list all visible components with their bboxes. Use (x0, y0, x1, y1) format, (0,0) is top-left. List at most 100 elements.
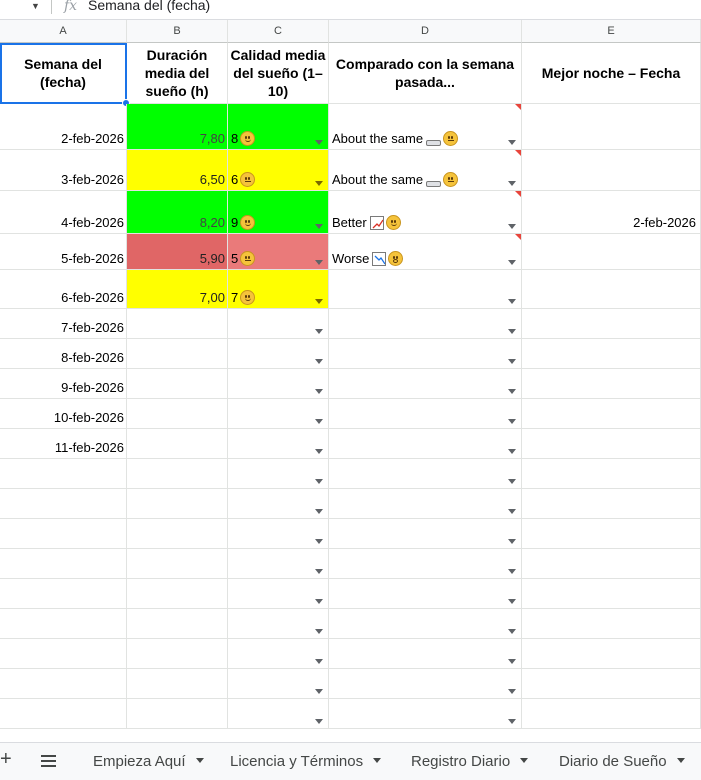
dropdown-arrow-icon[interactable] (508, 719, 516, 724)
cell-week-date[interactable]: 6-feb-2026 (0, 270, 127, 309)
cell-best-night[interactable] (522, 579, 701, 609)
dropdown-arrow-icon[interactable] (508, 509, 516, 514)
header-cell-best-night[interactable]: Mejor noche – Fecha (522, 43, 701, 104)
dropdown-arrow-icon[interactable] (508, 224, 516, 229)
cell-duration[interactable]: 8,20 (127, 191, 228, 234)
cell-best-night[interactable] (522, 609, 701, 639)
cell-week-date[interactable]: 10-feb-2026 (0, 399, 127, 429)
cell-comparison-dropdown[interactable]: About the same (329, 150, 522, 191)
cell-week-date[interactable] (0, 489, 127, 519)
cell-best-night[interactable] (522, 519, 701, 549)
column-header-c[interactable]: C (228, 20, 329, 43)
header-cell-week[interactable]: Semana del (fecha) (0, 43, 127, 104)
dropdown-arrow-icon[interactable] (315, 224, 323, 229)
add-sheet-icon[interactable]: + (0, 748, 12, 771)
cell-comparison-dropdown[interactable] (329, 459, 522, 489)
cell-comparison-dropdown[interactable]: Better (329, 191, 522, 234)
header-cell-duration[interactable]: Duración media del sueño (h) (127, 43, 228, 104)
cell-week-date[interactable] (0, 699, 127, 729)
dropdown-arrow-icon[interactable] (315, 329, 323, 334)
formula-input[interactable]: Semana del (fecha) (88, 0, 210, 13)
cell-quality-dropdown[interactable] (228, 519, 329, 549)
chevron-down-icon[interactable] (373, 758, 382, 763)
cell-duration[interactable] (127, 369, 228, 399)
cell-best-night[interactable] (522, 399, 701, 429)
sheet-tab-registro-diario[interactable]: Registro Diario (411, 743, 529, 780)
cell-best-night[interactable] (522, 234, 701, 270)
cell-comparison-dropdown[interactable]: Worse (329, 234, 522, 270)
column-header-a[interactable]: A (0, 20, 127, 43)
cell-quality-dropdown[interactable] (228, 699, 329, 729)
cell-comparison-dropdown[interactable] (329, 519, 522, 549)
dropdown-arrow-icon[interactable] (315, 599, 323, 604)
cell-duration[interactable] (127, 549, 228, 579)
cell-duration[interactable] (127, 639, 228, 669)
dropdown-arrow-icon[interactable] (315, 140, 323, 145)
cell-duration[interactable] (127, 579, 228, 609)
cell-duration[interactable]: 7,80 (127, 104, 228, 150)
cell-duration[interactable] (127, 669, 228, 699)
cell-comparison-dropdown[interactable] (329, 579, 522, 609)
cell-best-night[interactable] (522, 309, 701, 339)
dropdown-arrow-icon[interactable] (315, 419, 323, 424)
dropdown-arrow-icon[interactable] (508, 449, 516, 454)
cell-best-night[interactable] (522, 369, 701, 399)
dropdown-arrow-icon[interactable] (315, 479, 323, 484)
dropdown-arrow-icon[interactable] (315, 509, 323, 514)
cell-duration[interactable] (127, 699, 228, 729)
cell-duration[interactable] (127, 399, 228, 429)
dropdown-arrow-icon[interactable] (508, 359, 516, 364)
cell-comparison-dropdown[interactable]: About the same (329, 104, 522, 150)
cell-week-date[interactable]: 4-feb-2026 (0, 191, 127, 234)
dropdown-arrow-icon[interactable] (508, 419, 516, 424)
cell-best-night[interactable] (522, 339, 701, 369)
cell-duration[interactable] (127, 459, 228, 489)
cell-duration[interactable] (127, 309, 228, 339)
cell-quality-dropdown[interactable]: 5 (228, 234, 329, 270)
dropdown-arrow-icon[interactable] (508, 299, 516, 304)
dropdown-arrow-icon[interactable] (508, 181, 516, 186)
dropdown-arrow-icon[interactable] (315, 359, 323, 364)
cell-quality-dropdown[interactable] (228, 579, 329, 609)
cell-best-night[interactable] (522, 429, 701, 459)
cell-quality-dropdown[interactable]: 8 (228, 104, 329, 150)
sheet-tab-empieza-aqui[interactable]: Empieza Aquí (93, 743, 204, 780)
dropdown-arrow-icon[interactable] (508, 329, 516, 334)
cell-best-night[interactable] (522, 459, 701, 489)
dropdown-arrow-icon[interactable] (508, 689, 516, 694)
cell-week-date[interactable] (0, 519, 127, 549)
cell-comparison-dropdown[interactable] (329, 609, 522, 639)
cell-comparison-dropdown[interactable] (329, 489, 522, 519)
column-header-d[interactable]: D (329, 20, 522, 43)
dropdown-arrow-icon[interactable] (315, 569, 323, 574)
cell-duration[interactable] (127, 489, 228, 519)
header-cell-quality[interactable]: Calidad media del sueño (1–10) (228, 43, 329, 104)
dropdown-arrow-icon[interactable] (315, 629, 323, 634)
dropdown-arrow-icon[interactable] (315, 539, 323, 544)
cell-comparison-dropdown[interactable] (329, 699, 522, 729)
cell-week-date[interactable]: 7-feb-2026 (0, 309, 127, 339)
cell-comparison-dropdown[interactable] (329, 339, 522, 369)
cell-quality-dropdown[interactable] (228, 399, 329, 429)
cell-week-date[interactable]: 8-feb-2026 (0, 339, 127, 369)
cell-quality-dropdown[interactable]: 6 (228, 150, 329, 191)
cell-duration[interactable] (127, 429, 228, 459)
cell-week-date[interactable] (0, 579, 127, 609)
cell-duration[interactable] (127, 519, 228, 549)
cell-best-night[interactable]: 2-feb-2026 (522, 191, 701, 234)
dropdown-arrow-icon[interactable] (315, 449, 323, 454)
dropdown-arrow-icon[interactable] (315, 260, 323, 265)
cell-week-date[interactable] (0, 669, 127, 699)
cell-comparison-dropdown[interactable] (329, 429, 522, 459)
dropdown-arrow-icon[interactable] (315, 689, 323, 694)
cell-best-night[interactable] (522, 669, 701, 699)
cell-quality-dropdown[interactable] (228, 489, 329, 519)
cell-comparison-dropdown[interactable] (329, 270, 522, 309)
dropdown-arrow-icon[interactable] (315, 181, 323, 186)
dropdown-arrow-icon[interactable] (508, 629, 516, 634)
cell-week-date[interactable]: 5-feb-2026 (0, 234, 127, 270)
cell-week-date[interactable] (0, 609, 127, 639)
cell-best-night[interactable] (522, 549, 701, 579)
cell-duration[interactable]: 5,90 (127, 234, 228, 270)
cell-week-date[interactable] (0, 639, 127, 669)
